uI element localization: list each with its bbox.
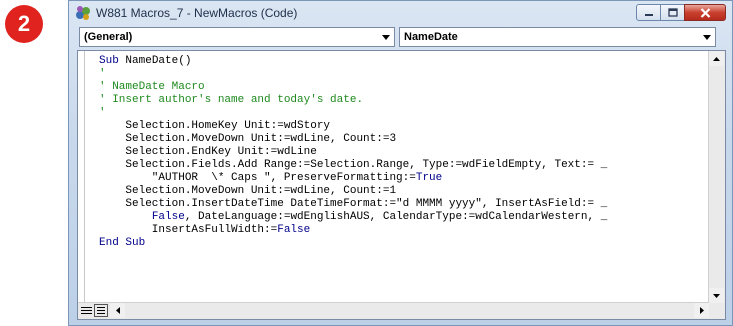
scroll-left-button[interactable]: [110, 303, 125, 318]
horizontal-scrollbar[interactable]: [78, 302, 709, 319]
code-token: Selection.InsertDateTime DateTimeFormat:…: [99, 198, 608, 210]
code-line[interactable]: ': [99, 68, 709, 81]
code-comment: ': [99, 107, 106, 119]
code-line[interactable]: Selection.Fields.Add Range:=Selection.Ra…: [99, 159, 709, 172]
code-line[interactable]: Selection.HomeKey Unit:=wdStory: [99, 120, 709, 133]
code-keyword: Sub: [99, 55, 119, 67]
scroll-left-icon: [115, 307, 120, 314]
scroll-up-button[interactable]: [709, 51, 724, 66]
close-icon: [700, 7, 710, 18]
step-number-badge: 2: [5, 5, 43, 43]
code-line[interactable]: Selection.MoveDown Unit:=wdLine, Count:=…: [99, 133, 709, 146]
code-line[interactable]: Selection.InsertDateTime DateTimeFormat:…: [99, 198, 709, 211]
code-pane: Sub NameDate() ' ' NameDate Macro ' Insert …: [77, 50, 726, 320]
code-line[interactable]: Selection.MoveDown Unit:=wdLine, Count:=…: [99, 185, 709, 198]
title-bar[interactable]: W881 Macros_7 - NewMacros (Code): [69, 1, 732, 25]
code-line[interactable]: InsertAsFullWidth:=False: [99, 224, 709, 237]
code-keyword: False: [151, 211, 185, 223]
code-line[interactable]: ': [99, 107, 709, 120]
code-line[interactable]: Selection.EndKey Unit:=wdLine: [99, 146, 709, 159]
code-keyword: End Sub: [99, 237, 146, 249]
code-token: Selection.MoveDown Unit:=wdLine, Count:=…: [99, 133, 397, 145]
code-keyword: True: [415, 172, 443, 184]
full-module-view-button[interactable]: [94, 304, 108, 317]
dropdown-arrow-icon[interactable]: [378, 28, 394, 46]
procedure-view-icon: [80, 307, 92, 314]
code-token: NameDate(): [118, 55, 192, 67]
scroll-down-button[interactable]: [709, 288, 724, 303]
scroll-up-icon: [713, 56, 720, 61]
window-title: W881 Macros_7 - NewMacros (Code): [96, 6, 298, 20]
code-token: Selection.Fields.Add Range:=Selection.Ra…: [99, 159, 608, 171]
procedure-view-button[interactable]: [79, 304, 93, 317]
code-text[interactable]: Sub NameDate() ' ' NameDate Macro ' Insert …: [99, 55, 709, 250]
window-controls: [636, 4, 726, 21]
code-token: Selection.EndKey Unit:=wdLine: [99, 146, 317, 158]
code-token: "AUTHOR \* Caps ", PreserveFormatting:=: [99, 172, 416, 184]
code-line[interactable]: ' Insert author's name and today's date.: [99, 94, 709, 107]
scroll-down-icon: [713, 293, 720, 298]
code-editor[interactable]: Sub NameDate() ' ' NameDate Macro ' Insert …: [84, 51, 709, 303]
code-keyword: False: [277, 224, 311, 236]
maximize-button[interactable]: [660, 4, 685, 21]
code-line[interactable]: False, DateLanguage:=wdEnglishAUS, Calen…: [99, 211, 709, 224]
code-comment: ' Insert author's name and today's date.: [99, 94, 364, 106]
code-token: Selection.MoveDown Unit:=wdLine, Count:=…: [99, 185, 397, 197]
code-line[interactable]: "AUTHOR \* Caps ", PreserveFormatting:=T…: [99, 172, 709, 185]
scrollbar-corner: [709, 303, 725, 319]
code-token: , DateLanguage:=wdEnglishAUS, CalendarTy…: [184, 211, 608, 223]
code-comment: ': [99, 68, 106, 80]
minimize-button[interactable]: [636, 4, 661, 21]
dropdown-arrow-icon[interactable]: [699, 28, 715, 46]
word-macro-app-icon: [76, 6, 90, 20]
code-token: Selection.HomeKey Unit:=wdStory: [99, 120, 331, 132]
code-header-combos: (General) NameDate: [79, 27, 724, 47]
object-combo-value: (General): [84, 31, 133, 43]
code-line[interactable]: End Sub: [99, 237, 709, 250]
object-combo[interactable]: (General): [79, 27, 395, 47]
maximize-icon: [667, 8, 678, 17]
code-comment: ' NameDate Macro: [99, 81, 205, 93]
scroll-right-icon: [699, 307, 704, 314]
procedure-combo-value: NameDate: [404, 31, 458, 43]
vertical-scrollbar[interactable]: [708, 51, 725, 303]
scroll-right-button[interactable]: [694, 303, 709, 318]
minimize-icon: [644, 13, 653, 16]
procedure-combo[interactable]: NameDate: [399, 27, 716, 47]
full-module-view-icon: [97, 307, 105, 314]
code-line[interactable]: Sub NameDate(): [99, 55, 709, 68]
vba-code-window: W881 Macros_7 - NewMacros (Code) (Genera…: [68, 0, 733, 326]
close-button[interactable]: [684, 4, 726, 21]
code-token: InsertAsFullWidth:=: [99, 224, 278, 236]
code-line[interactable]: ' NameDate Macro: [99, 81, 709, 94]
